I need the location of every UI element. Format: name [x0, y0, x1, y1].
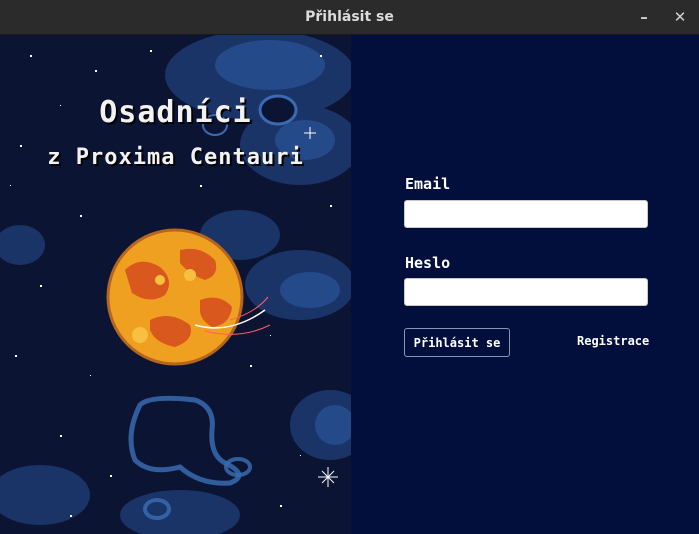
password-field[interactable]	[404, 278, 648, 306]
art-panel: Osadníci z Proxima Centauri	[0, 35, 351, 534]
app-window: Přihlásit se – ✕ Osadníci z Proxima Cent…	[0, 0, 699, 534]
title-bar: Přihlásit se – ✕	[0, 0, 699, 35]
close-icon[interactable]: ✕	[671, 8, 689, 26]
minimize-icon[interactable]: –	[635, 8, 653, 26]
password-label: Heslo	[405, 254, 451, 272]
register-link[interactable]: Registrace	[577, 334, 649, 348]
window-title: Přihlásit se	[305, 9, 394, 25]
login-button[interactable]: Přihlásit se	[404, 328, 510, 357]
email-field[interactable]	[404, 200, 648, 228]
email-label: Email	[405, 175, 451, 193]
game-title: Osadníci	[99, 95, 252, 130]
login-panel: Email Heslo Přihlásit se Registrace	[351, 35, 699, 534]
game-subtitle: z Proxima Centauri	[47, 145, 304, 170]
window-controls: – ✕	[635, 0, 689, 34]
